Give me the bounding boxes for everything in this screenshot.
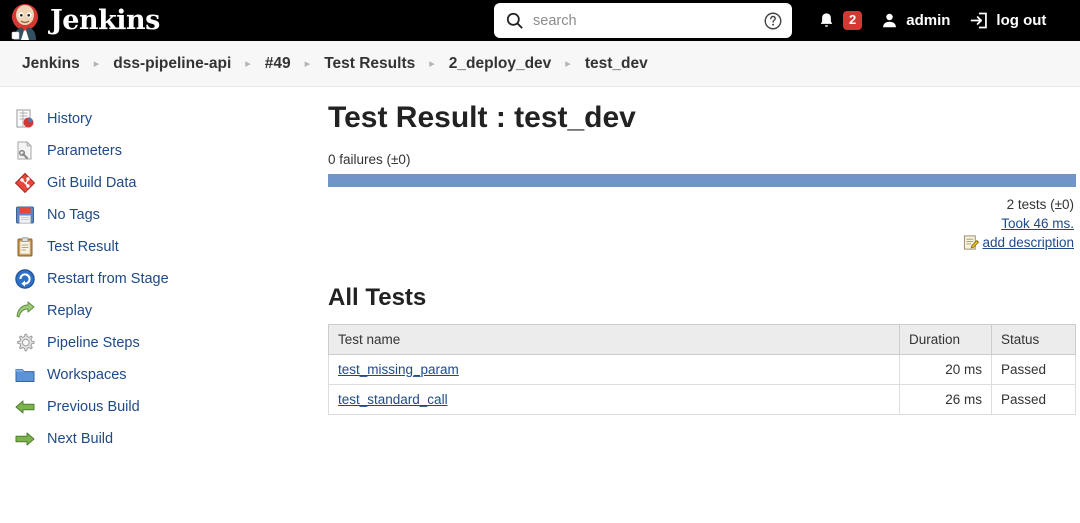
cell-test-name: test_standard_call [328, 383, 900, 415]
sidebar-item-label: Replay [47, 302, 93, 319]
clipboard-icon [17, 237, 33, 257]
bell-icon [820, 13, 833, 27]
test-summary-stats: 2 tests (±0) Took 46 ms. add description [328, 195, 1076, 252]
breadcrumb-item-jenkins[interactable]: Jenkins [22, 55, 80, 73]
edit-notepad-icon [964, 234, 980, 250]
test-name-link[interactable]: test_standard_call [338, 392, 448, 407]
sidebar-item-restart-from-stage[interactable]: Restart from Stage [0, 263, 328, 295]
notification-count-badge: 2 [843, 10, 863, 31]
search-input[interactable] [533, 12, 763, 29]
arrow-left-icon [15, 400, 35, 414]
logout-icon [971, 12, 988, 29]
sidebar-item-label: Git Build Data [47, 174, 137, 191]
progress-pass-segment [328, 173, 1076, 187]
jenkins-butler-logo-icon [11, 3, 38, 40]
git-diamond-icon [14, 172, 36, 194]
notifications-button[interactable]: 2 [808, 0, 871, 41]
sidebar-item-parameters[interactable]: Parameters [0, 135, 328, 167]
sidebar-item-label: Test Result [47, 238, 119, 255]
page-body: History Parameters Git Build Data No Tag… [0, 87, 1080, 523]
add-description-row[interactable]: add description [328, 233, 1074, 252]
brand-title: Jenkins [50, 5, 160, 36]
header-right-group: 2 admin log out [808, 0, 1055, 41]
took-duration-link[interactable]: Took 46 ms. [1001, 214, 1074, 233]
sidebar-item-label: History [47, 110, 93, 127]
sidebar-item-no-tags[interactable]: No Tags [0, 199, 328, 231]
sidebar-item-workspaces[interactable]: Workspaces [0, 359, 328, 391]
sidebar-item-label: Next Build [47, 430, 114, 447]
cell-test-name: test_missing_param [328, 353, 900, 385]
sidebar-item-label: Pipeline Steps [47, 334, 140, 351]
duration-row: Took 46 ms. [328, 214, 1074, 233]
user-menu-button[interactable]: admin [871, 0, 959, 41]
breadcrumb-item-suite[interactable]: test_dev [585, 55, 648, 73]
test-result-progress-bar [328, 173, 1076, 187]
replay-arrow-icon [16, 301, 35, 318]
history-chart-icon [16, 109, 34, 128]
sidebar-item-previous-build[interactable]: Previous Build [0, 391, 328, 423]
help-circle-icon[interactable] [763, 11, 783, 31]
folder-icon [15, 369, 35, 382]
top-header-bar: Jenkins 2 admi [0, 0, 1080, 41]
sidebar-item-replay[interactable]: Replay [0, 295, 328, 327]
cell-duration: 26 ms [899, 383, 992, 415]
breadcrumb-separator: ▸ [304, 58, 311, 70]
cell-duration: 20 ms [899, 353, 992, 385]
breadcrumb-item-stage[interactable]: 2_deploy_dev [449, 55, 552, 73]
table-header-row: Test name Duration Status [328, 323, 1076, 355]
sidebar: History Parameters Git Build Data No Tag… [0, 87, 328, 523]
gear-icon [17, 333, 35, 352]
main-content: Test Result : test_dev 0 failures (±0) 2… [328, 87, 1080, 523]
column-header-test-name[interactable]: Test name [328, 323, 900, 355]
breadcrumb-item-job[interactable]: dss-pipeline-api [113, 55, 231, 73]
sidebar-item-test-result[interactable]: Test Result [0, 231, 328, 263]
test-name-link[interactable]: test_missing_param [338, 362, 459, 377]
cell-status: Passed [991, 353, 1076, 385]
sidebar-item-label: No Tags [47, 206, 100, 223]
logout-button[interactable]: log out [959, 0, 1055, 41]
floppy-disk-icon [16, 206, 34, 224]
sidebar-item-pipeline-steps[interactable]: Pipeline Steps [0, 327, 328, 359]
breadcrumb-separator: ▸ [565, 58, 571, 70]
test-count-row: 2 tests (±0) [328, 195, 1074, 214]
column-header-status[interactable]: Status [991, 323, 1076, 355]
sidebar-item-label: Workspaces [47, 366, 127, 383]
sidebar-item-label: Parameters [47, 142, 122, 159]
arrow-right-icon [15, 432, 35, 446]
breadcrumb-item-build[interactable]: #49 [265, 55, 291, 73]
parameters-document-icon [17, 141, 32, 160]
test-count-label: 2 tests (±0) [1006, 196, 1074, 212]
table-row: test_standard_call 26 ms Passed [328, 383, 1076, 415]
breadcrumb-separator: ▸ [429, 58, 435, 70]
table-row: test_missing_param 20 ms Passed [328, 353, 1076, 385]
all-tests-heading: All Tests [328, 283, 427, 311]
add-description-link[interactable]: add description [982, 233, 1074, 252]
sidebar-item-label: Restart from Stage [47, 270, 169, 287]
sidebar-item-label: Previous Build [47, 398, 140, 415]
sidebar-item-next-build[interactable]: Next Build [0, 423, 328, 455]
sidebar-item-history[interactable]: History [0, 103, 328, 135]
restart-circle-icon [15, 269, 35, 289]
all-tests-table: Test name Duration Status test_missing_p… [328, 323, 1076, 415]
breadcrumb-separator: ▸ [93, 58, 100, 70]
breadcrumb: Jenkins ▸ dss-pipeline-api ▸ #49 ▸ Test … [0, 41, 1080, 87]
logout-label: log out [996, 12, 1047, 29]
breadcrumb-item-test-results[interactable]: Test Results [324, 55, 415, 73]
breadcrumb-separator: ▸ [245, 58, 251, 70]
cell-status: Passed [991, 383, 1076, 415]
search-box[interactable] [494, 3, 792, 38]
search-icon [506, 12, 523, 29]
sidebar-item-git-build-data[interactable]: Git Build Data [0, 167, 328, 199]
person-icon [883, 13, 897, 28]
failure-count-label: 0 failures (±0) [328, 151, 411, 167]
jenkins-home-link[interactable]: Jenkins [8, 2, 160, 40]
column-header-duration[interactable]: Duration [899, 323, 992, 355]
page-title: Test Result : test_dev [328, 101, 636, 134]
user-name-label: admin [906, 12, 951, 29]
